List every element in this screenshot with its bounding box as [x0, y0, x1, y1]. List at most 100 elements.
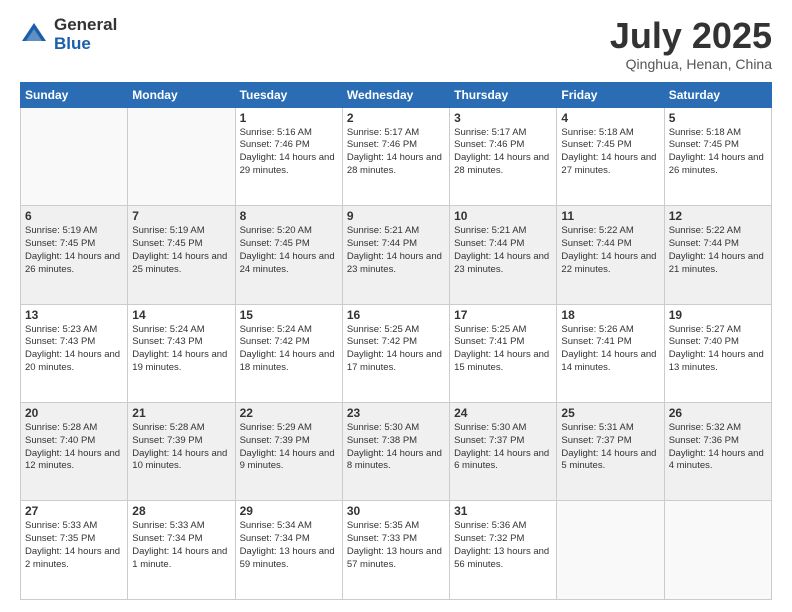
- cell-details: Sunrise: 5:27 AMSunset: 7:40 PMDaylight:…: [669, 324, 767, 375]
- table-row: 14 Sunrise: 5:24 AMSunset: 7:43 PMDayligh…: [128, 304, 235, 402]
- cell-details: Sunrise: 5:24 AMSunset: 7:42 PMDaylight:…: [240, 324, 338, 375]
- day-number: 19: [669, 308, 767, 322]
- table-row: 15 Sunrise: 5:24 AMSunset: 7:42 PMDayligh…: [235, 304, 342, 402]
- cell-details: Sunrise: 5:21 AMSunset: 7:44 PMDaylight:…: [454, 225, 552, 276]
- day-number: 29: [240, 504, 338, 518]
- cell-details: Sunrise: 5:35 AMSunset: 7:33 PMDaylight:…: [347, 520, 445, 571]
- table-row: 20Sunrise: 5:28 AMSunset: 7:40 PMDayligh…: [21, 403, 128, 501]
- table-row: 12 Sunrise: 5:22 AMSunset: 7:44 PMDayligh…: [664, 206, 771, 304]
- cell-details: Sunrise: 5:25 AMSunset: 7:41 PMDaylight:…: [454, 324, 552, 375]
- cell-details: Sunrise: 5:34 AMSunset: 7:34 PMDaylight:…: [240, 520, 338, 571]
- calendar-table: Sunday Monday Tuesday Wednesday Thursday…: [20, 82, 772, 600]
- page: General Blue July 2025 Qinghua, Henan, C…: [0, 0, 792, 612]
- header: General Blue July 2025 Qinghua, Henan, C…: [20, 16, 772, 72]
- day-number: 27: [25, 504, 123, 518]
- cell-details: Sunrise: 5:36 AMSunset: 7:32 PMDaylight:…: [454, 520, 552, 571]
- cell-details: Sunrise: 5:31 AMSunset: 7:37 PMDaylight:…: [561, 422, 659, 473]
- day-number: 17: [454, 308, 552, 322]
- table-row: 13Sunrise: 5:23 AMSunset: 7:43 PMDayligh…: [21, 304, 128, 402]
- day-number: 7: [132, 209, 230, 223]
- day-number: 11: [561, 209, 659, 223]
- table-row: 1 Sunrise: 5:16 AMSunset: 7:46 PMDaylight…: [235, 107, 342, 205]
- day-number: 5: [669, 111, 767, 125]
- table-row: 10 Sunrise: 5:21 AMSunset: 7:44 PMDayligh…: [450, 206, 557, 304]
- cell-details: Sunrise: 5:33 AMSunset: 7:34 PMDaylight:…: [132, 520, 230, 571]
- location: Qinghua, Henan, China: [610, 56, 772, 72]
- table-row: 31 Sunrise: 5:36 AMSunset: 7:32 PMDayligh…: [450, 501, 557, 600]
- day-number: 12: [669, 209, 767, 223]
- day-number: 13: [25, 308, 123, 322]
- calendar-header-row: Sunday Monday Tuesday Wednesday Thursday…: [21, 82, 772, 107]
- table-row: 25Sunrise: 5:31 AMSunset: 7:37 PMDayligh…: [557, 403, 664, 501]
- logo-general: General: [54, 16, 117, 35]
- header-sunday: Sunday: [21, 82, 128, 107]
- header-tuesday: Tuesday: [235, 82, 342, 107]
- cell-details: Sunrise: 5:24 AMSunset: 7:43 PMDaylight:…: [132, 324, 230, 375]
- cell-details: Sunrise: 5:18 AMSunset: 7:45 PMDaylight:…: [561, 127, 659, 178]
- day-number: 3: [454, 111, 552, 125]
- calendar-week-row: 6Sunrise: 5:19 AMSunset: 7:45 PMDaylight…: [21, 206, 772, 304]
- header-monday: Monday: [128, 82, 235, 107]
- cell-details: Sunrise: 5:19 AMSunset: 7:45 PMDaylight:…: [25, 225, 123, 276]
- table-row: 24Sunrise: 5:30 AMSunset: 7:37 PMDayligh…: [450, 403, 557, 501]
- table-row: 26Sunrise: 5:32 AMSunset: 7:36 PMDayligh…: [664, 403, 771, 501]
- cell-details: Sunrise: 5:22 AMSunset: 7:44 PMDaylight:…: [669, 225, 767, 276]
- calendar-week-row: 1 Sunrise: 5:16 AMSunset: 7:46 PMDaylight…: [21, 107, 772, 205]
- table-row: 11Sunrise: 5:22 AMSunset: 7:44 PMDayligh…: [557, 206, 664, 304]
- day-number: 23: [347, 406, 445, 420]
- table-row: [21, 107, 128, 205]
- table-row: 23Sunrise: 5:30 AMSunset: 7:38 PMDayligh…: [342, 403, 449, 501]
- day-number: 1: [240, 111, 338, 125]
- cell-details: Sunrise: 5:29 AMSunset: 7:39 PMDaylight:…: [240, 422, 338, 473]
- day-number: 14: [132, 308, 230, 322]
- cell-details: Sunrise: 5:17 AMSunset: 7:46 PMDaylight:…: [454, 127, 552, 178]
- day-number: 8: [240, 209, 338, 223]
- cell-details: Sunrise: 5:18 AMSunset: 7:45 PMDaylight:…: [669, 127, 767, 178]
- cell-details: Sunrise: 5:25 AMSunset: 7:42 PMDaylight:…: [347, 324, 445, 375]
- day-number: 15: [240, 308, 338, 322]
- day-number: 2: [347, 111, 445, 125]
- cell-details: Sunrise: 5:21 AMSunset: 7:44 PMDaylight:…: [347, 225, 445, 276]
- table-row: 29 Sunrise: 5:34 AMSunset: 7:34 PMDayligh…: [235, 501, 342, 600]
- header-thursday: Thursday: [450, 82, 557, 107]
- table-row: 7 Sunrise: 5:19 AMSunset: 7:45 PMDaylight…: [128, 206, 235, 304]
- calendar-week-row: 13Sunrise: 5:23 AMSunset: 7:43 PMDayligh…: [21, 304, 772, 402]
- day-number: 16: [347, 308, 445, 322]
- table-row: 22 Sunrise: 5:29 AMSunset: 7:39 PMDayligh…: [235, 403, 342, 501]
- table-row: 9 Sunrise: 5:21 AMSunset: 7:44 PMDaylight…: [342, 206, 449, 304]
- day-number: 10: [454, 209, 552, 223]
- table-row: 27Sunrise: 5:33 AMSunset: 7:35 PMDayligh…: [21, 501, 128, 600]
- header-friday: Friday: [557, 82, 664, 107]
- table-row: 8Sunrise: 5:20 AMSunset: 7:45 PMDaylight…: [235, 206, 342, 304]
- table-row: [557, 501, 664, 600]
- cell-details: Sunrise: 5:17 AMSunset: 7:46 PMDaylight:…: [347, 127, 445, 178]
- header-saturday: Saturday: [664, 82, 771, 107]
- logo-icon: [20, 21, 48, 49]
- cell-details: Sunrise: 5:28 AMSunset: 7:39 PMDaylight:…: [132, 422, 230, 473]
- table-row: 19 Sunrise: 5:27 AMSunset: 7:40 PMDayligh…: [664, 304, 771, 402]
- day-number: 22: [240, 406, 338, 420]
- cell-details: Sunrise: 5:19 AMSunset: 7:45 PMDaylight:…: [132, 225, 230, 276]
- table-row: 21Sunrise: 5:28 AMSunset: 7:39 PMDayligh…: [128, 403, 235, 501]
- day-number: 18: [561, 308, 659, 322]
- cell-details: Sunrise: 5:16 AMSunset: 7:46 PMDaylight:…: [240, 127, 338, 178]
- day-number: 26: [669, 406, 767, 420]
- day-number: 31: [454, 504, 552, 518]
- day-number: 9: [347, 209, 445, 223]
- day-number: 28: [132, 504, 230, 518]
- table-row: 2 Sunrise: 5:17 AMSunset: 7:46 PMDaylight…: [342, 107, 449, 205]
- day-number: 30: [347, 504, 445, 518]
- day-number: 4: [561, 111, 659, 125]
- table-row: 18 Sunrise: 5:26 AMSunset: 7:41 PMDayligh…: [557, 304, 664, 402]
- table-row: 17 Sunrise: 5:25 AMSunset: 7:41 PMDayligh…: [450, 304, 557, 402]
- logo-text: General Blue: [54, 16, 117, 53]
- table-row: 4 Sunrise: 5:18 AMSunset: 7:45 PMDaylight…: [557, 107, 664, 205]
- header-wednesday: Wednesday: [342, 82, 449, 107]
- table-row: [664, 501, 771, 600]
- table-row: [128, 107, 235, 205]
- day-number: 24: [454, 406, 552, 420]
- table-row: 5 Sunrise: 5:18 AMSunset: 7:45 PMDaylight…: [664, 107, 771, 205]
- table-row: 28 Sunrise: 5:33 AMSunset: 7:34 PMDayligh…: [128, 501, 235, 600]
- table-row: 30 Sunrise: 5:35 AMSunset: 7:33 PMDayligh…: [342, 501, 449, 600]
- cell-details: Sunrise: 5:26 AMSunset: 7:41 PMDaylight:…: [561, 324, 659, 375]
